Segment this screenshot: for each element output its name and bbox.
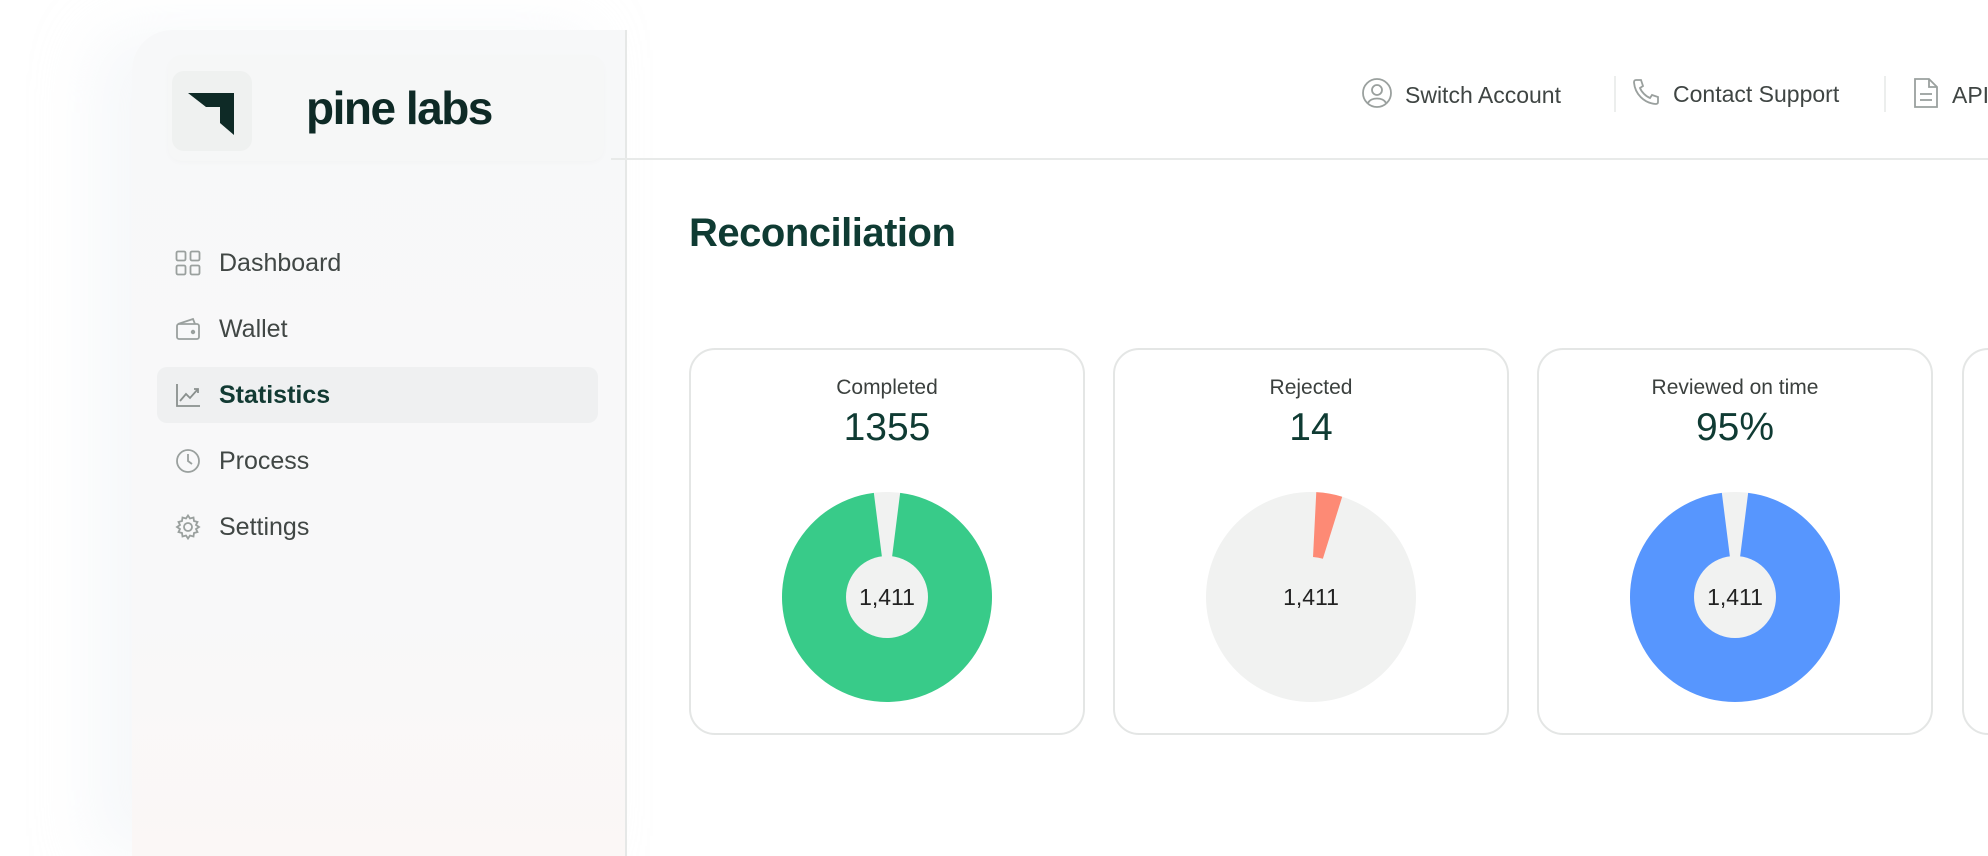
contact-support-label: Contact Support: [1673, 81, 1840, 107]
sidebar-item-label: Statistics: [219, 380, 331, 409]
sidebar-item-label: Wallet: [219, 314, 288, 343]
sidebar-item-label: Dashboard: [219, 248, 342, 277]
clock-icon: [175, 448, 201, 474]
phone-icon: [1631, 77, 1661, 112]
user-circle-icon: [1361, 77, 1393, 114]
stat-card-completed: Completed 1355 1,411: [689, 348, 1085, 735]
sidebar-item-statistics[interactable]: Statistics: [157, 367, 598, 423]
api-button[interactable]: API: [1912, 77, 1988, 114]
stat-card-reviewed: Reviewed on time 95% 1,411: [1537, 348, 1933, 735]
grid-icon: [175, 250, 201, 276]
stat-card-rejected: Rejected 14 1,411: [1113, 348, 1509, 735]
divider: [1884, 76, 1886, 112]
document-icon: [1912, 77, 1940, 114]
card-value: 95%: [1695, 406, 1775, 449]
sidebar-item-process[interactable]: Process: [157, 433, 598, 489]
card-value: 1355: [843, 406, 931, 449]
api-label: API: [1952, 82, 1988, 108]
brand-card: pine labs: [168, 55, 604, 161]
sidebar-item-label: Settings: [219, 512, 310, 541]
switch-account-label: Switch Account: [1405, 82, 1561, 108]
gear-icon: [175, 513, 201, 541]
topbar: Switch Account Contact Support API: [611, 0, 1988, 160]
sidebar: pine labs Dashboard Wallet Statistics Pr…: [132, 30, 627, 856]
page-title: Reconciliation: [689, 211, 956, 255]
switch-account-button[interactable]: Switch Account: [1361, 77, 1561, 114]
donut-center-value: 1,411: [859, 583, 915, 610]
sidebar-item-settings[interactable]: Settings: [157, 499, 598, 555]
card-label: Rejected: [1269, 376, 1353, 399]
card-value: 14: [1289, 406, 1333, 449]
wallet-icon: [175, 316, 201, 342]
sidebar-item-wallet[interactable]: Wallet: [157, 301, 598, 357]
contact-support-button[interactable]: Contact Support: [1631, 77, 1839, 112]
sidebar-nav: Dashboard Wallet Statistics Process Sett…: [157, 235, 598, 565]
stat-card-partial: [1962, 348, 1988, 735]
pine-labs-logo-icon: [172, 71, 252, 151]
donut-center-value: 1,411: [1707, 583, 1763, 610]
sidebar-item-dashboard[interactable]: Dashboard: [157, 235, 598, 291]
sidebar-item-label: Process: [219, 446, 310, 475]
divider: [1614, 76, 1616, 112]
chart-icon: [175, 382, 201, 408]
card-label: Completed: [836, 376, 938, 399]
pie-center-value: 1,411: [1283, 583, 1339, 610]
brand-name: pine labs: [306, 82, 493, 134]
card-label: Reviewed on time: [1651, 376, 1819, 399]
